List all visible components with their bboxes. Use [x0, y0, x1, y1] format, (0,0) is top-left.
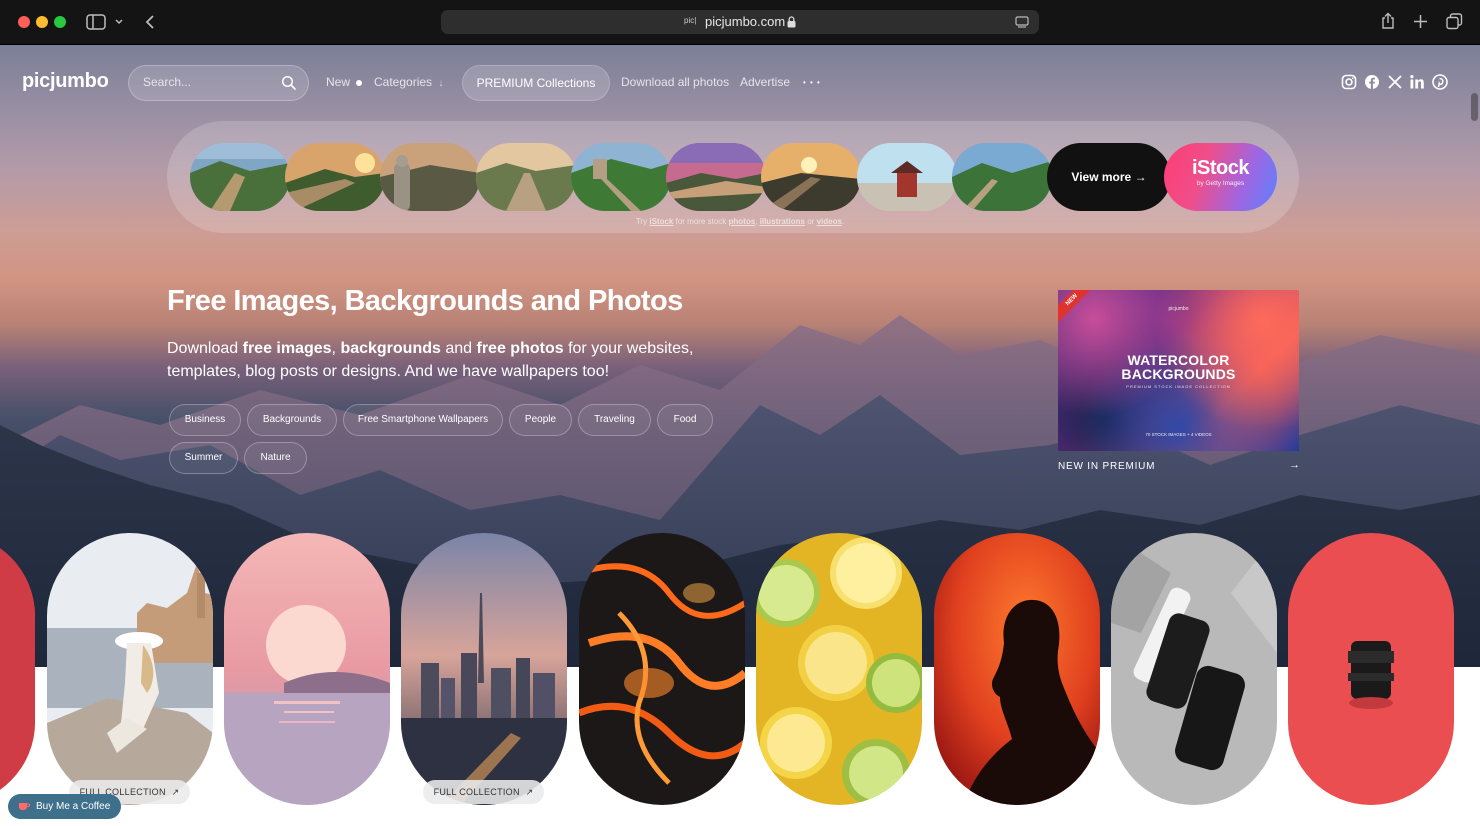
arrow-down-icon: ↓: [438, 78, 444, 89]
istock-thumbnail[interactable]: [857, 143, 957, 211]
gallery-photo-woman-silhouette[interactable]: [934, 533, 1100, 805]
coffee-cup-icon: [19, 803, 30, 810]
istock-subtitle: by Getty Images: [1196, 180, 1245, 187]
address-url: picjumbo.com: [705, 14, 786, 29]
istock-link[interactable]: iStock: [649, 217, 673, 226]
site-logo[interactable]: picjumbo: [22, 70, 109, 93]
note-prefix: Try: [635, 217, 648, 226]
card-title-line-1: WATERCOLOR: [1127, 352, 1230, 368]
chevron-down-icon[interactable]: [114, 18, 124, 26]
tab-overview-icon[interactable]: [1446, 13, 1463, 30]
tag-traveling[interactable]: Traveling: [578, 404, 651, 436]
page-viewport: picjumbo New Categories ↓ PREMIUM Collec…: [0, 45, 1480, 826]
gallery-photo-lava[interactable]: [579, 533, 745, 805]
new-tab-plus-icon[interactable]: [1413, 14, 1428, 29]
istock-thumbnail[interactable]: [571, 143, 671, 211]
card-brand: picjumbo: [1168, 306, 1189, 312]
tag-nature[interactable]: Nature: [244, 442, 307, 474]
view-more-button[interactable]: View more →: [1047, 143, 1171, 211]
istock-thumbnail[interactable]: [190, 143, 290, 211]
nav-download-all-link[interactable]: Download all photos: [621, 75, 729, 89]
more-menu-icon[interactable]: • • •: [803, 78, 821, 87]
full-collection-button[interactable]: FULL COLLECTION ↗: [423, 780, 544, 804]
search-box[interactable]: [128, 65, 309, 101]
gallery-photo-pink-sunset[interactable]: [224, 533, 390, 805]
new-in-premium-link[interactable]: NEW IN PREMIUM: [1058, 461, 1155, 472]
gallery-photo-city-skyline[interactable]: [401, 533, 567, 805]
search-icon[interactable]: [281, 75, 297, 91]
instagram-icon[interactable]: [1341, 74, 1357, 90]
linkedin-icon[interactable]: [1409, 74, 1425, 90]
new-indicator-dot: [356, 79, 363, 86]
reader-mode-icon[interactable]: [1015, 16, 1029, 28]
gallery-photo-camera-lens[interactable]: [1288, 533, 1454, 805]
tag-business[interactable]: Business: [169, 404, 241, 436]
photos-link[interactable]: photos: [729, 217, 756, 226]
external-link-icon: ↗: [525, 787, 534, 797]
gallery-photo-woman-seaside[interactable]: [47, 533, 213, 805]
scrollbar[interactable]: [1471, 93, 1478, 121]
card-title-line-2: BACKGROUNDS: [1121, 366, 1236, 382]
tag-backgrounds[interactable]: Backgrounds: [247, 404, 337, 436]
nav-categories-label: Categories: [374, 75, 433, 89]
istock-note: Try iStock for more stock photos, illust…: [635, 217, 845, 226]
istock-brand: iStock: [1191, 157, 1250, 179]
istock-thumbnail[interactable]: [380, 143, 480, 211]
nav-advertise-link[interactable]: Advertise: [740, 75, 790, 89]
nav-categories-link[interactable]: Categories ↓: [374, 75, 443, 89]
x-icon[interactable]: [1387, 74, 1403, 90]
istock-thumbnail[interactable]: [285, 143, 385, 211]
facebook-icon[interactable]: [1364, 74, 1380, 90]
buy-me-a-coffee-button[interactable]: Buy Me a Coffee: [8, 794, 122, 819]
address-bar[interactable]: pic| picjumbo.com: [441, 10, 1039, 34]
card-count: 70 STOCK IMAGES + 4 VIDEOS: [1145, 432, 1212, 437]
search-input[interactable]: [143, 75, 273, 89]
arrow-right-icon[interactable]: →: [1289, 459, 1300, 471]
tag-free-smartphone-wallpapers[interactable]: Free Smartphone Wallpapers: [343, 404, 503, 436]
sidebar-toggle-icon[interactable]: [86, 14, 106, 30]
note-middle: for more stock: [675, 217, 727, 226]
minimize-window-button[interactable]: [36, 16, 48, 28]
close-window-button[interactable]: [18, 16, 30, 28]
site-favicon-icon: pic|: [684, 16, 697, 25]
nav-new-link[interactable]: New: [326, 75, 363, 89]
illustrations-link[interactable]: illustrations: [760, 217, 805, 226]
coffee-label: Buy Me a Coffee: [36, 801, 111, 812]
browser-toolbar: pic| picjumbo.com: [0, 0, 1480, 45]
tag-food[interactable]: Food: [657, 404, 713, 436]
istock-thumbnail[interactable]: [476, 143, 576, 211]
videos-link[interactable]: videos: [817, 217, 842, 226]
page-title: Free Images, Backgrounds and Photos: [167, 285, 683, 317]
back-arrow-icon[interactable]: [144, 14, 156, 30]
gallery-photo-lemon-slices[interactable]: [756, 533, 922, 805]
external-link-icon: ↗: [171, 787, 180, 797]
istock-thumbnail[interactable]: [761, 143, 861, 211]
hero-subtitle: Download free images, backgrounds and fr…: [167, 340, 694, 380]
nav-new-label: New: [326, 75, 351, 89]
card-title: WATERCOLOR BACKGROUNDS: [1058, 353, 1299, 381]
istock-logo-button[interactable]: iStock by Getty Images: [1164, 143, 1277, 211]
full-collection-label: FULL COLLECTION: [433, 787, 520, 797]
gallery-photo-tech-devices[interactable]: [1111, 533, 1277, 805]
istock-thumbnail[interactable]: [952, 143, 1052, 211]
card-caption: PREMIUM STOCK IMAGE COLLECTION: [1126, 384, 1231, 389]
share-icon[interactable]: [1381, 12, 1395, 30]
premium-collection-card[interactable]: NEW picjumbo WATERCOLOR BACKGROUNDS PREM…: [1058, 290, 1299, 451]
maximize-window-button[interactable]: [54, 16, 66, 28]
istock-thumbnail[interactable]: [666, 143, 766, 211]
lock-icon: [787, 16, 796, 28]
tag-summer[interactable]: Summer: [169, 442, 238, 474]
pinterest-icon[interactable]: [1432, 74, 1448, 90]
note-or: or: [807, 217, 815, 226]
nav-premium-collections-button[interactable]: PREMIUM Collections: [462, 65, 610, 101]
tag-people[interactable]: People: [509, 404, 572, 436]
